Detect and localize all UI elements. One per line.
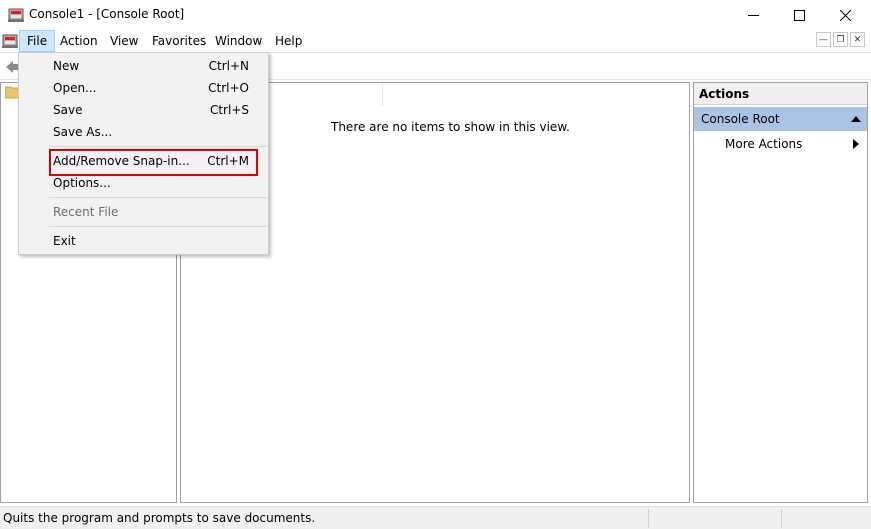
child-restore-button[interactable]: ❐ bbox=[833, 32, 848, 47]
actions-group-console-root[interactable]: Console Root bbox=[694, 107, 867, 131]
minimize-icon bbox=[747, 14, 759, 16]
maximize-icon bbox=[793, 9, 805, 21]
menu-view[interactable]: View bbox=[103, 30, 145, 52]
menu-item-new[interactable]: New Ctrl+N bbox=[21, 55, 266, 77]
menu-separator bbox=[49, 226, 267, 227]
title-bar: Console1 - [Console Root] bbox=[0, 0, 871, 30]
menu-item-open[interactable]: Open... Ctrl+O bbox=[21, 77, 266, 99]
submenu-arrow-icon bbox=[853, 139, 859, 149]
menu-action[interactable]: Action bbox=[53, 30, 105, 52]
menu-item-label: Save bbox=[53, 103, 83, 117]
status-separator bbox=[781, 509, 782, 528]
highlight-annotation-box bbox=[49, 149, 258, 176]
close-icon: ✕ bbox=[853, 34, 862, 45]
menu-item-label: Open... bbox=[53, 81, 97, 95]
menu-item-label: Exit bbox=[53, 234, 76, 248]
more-actions-label: More Actions bbox=[725, 137, 803, 151]
empty-view-message: There are no items to show in this view. bbox=[331, 120, 570, 134]
menu-item-shortcut: Ctrl+S bbox=[209, 103, 249, 117]
menu-item-exit[interactable]: Exit bbox=[21, 230, 266, 252]
close-button[interactable] bbox=[822, 0, 868, 30]
status-separator bbox=[648, 509, 649, 528]
menu-item-save[interactable]: Save Ctrl+S bbox=[21, 99, 266, 121]
menu-separator bbox=[49, 146, 267, 147]
menu-item-recent-file: Recent File bbox=[21, 201, 266, 223]
child-minimize-button[interactable]: — bbox=[816, 32, 831, 47]
menu-item-label: Save As... bbox=[53, 125, 113, 139]
actions-pane: Actions Console Root More Actions bbox=[693, 82, 868, 503]
menu-item-shortcut: Ctrl+N bbox=[208, 59, 249, 73]
menu-item-label: Recent File bbox=[53, 205, 119, 219]
actions-header: Actions bbox=[694, 83, 867, 105]
mmc-console-icon bbox=[8, 8, 24, 22]
window-title: Console1 - [Console Root] bbox=[29, 7, 185, 21]
child-window-controls: — ❐ ✕ bbox=[816, 32, 865, 47]
status-bar: Quits the program and prompts to save do… bbox=[0, 506, 871, 529]
menu-item-label: New bbox=[53, 59, 80, 73]
actions-group-label: Console Root bbox=[701, 112, 780, 126]
menu-help[interactable]: Help bbox=[268, 30, 309, 52]
restore-icon: ❐ bbox=[836, 34, 845, 45]
menu-item-shortcut: Ctrl+O bbox=[208, 81, 249, 95]
child-close-button[interactable]: ✕ bbox=[850, 32, 865, 47]
file-menu-dropdown: New Ctrl+N Open... Ctrl+O Save Ctrl+S Sa… bbox=[18, 52, 269, 255]
minimize-icon: — bbox=[819, 34, 828, 45]
more-actions-item[interactable]: More Actions bbox=[694, 133, 867, 155]
maximize-button[interactable] bbox=[776, 0, 822, 30]
menu-window[interactable]: Window bbox=[208, 30, 269, 52]
collapse-caret-icon[interactable] bbox=[851, 116, 861, 122]
menu-file[interactable]: File bbox=[19, 30, 56, 52]
menu-item-save-as[interactable]: Save As... bbox=[21, 121, 266, 143]
menu-separator bbox=[49, 197, 267, 198]
menu-bar: File Action View Favorites Window Help —… bbox=[0, 30, 871, 52]
menu-favorites[interactable]: Favorites bbox=[145, 30, 213, 52]
mmc-console-icon[interactable] bbox=[2, 33, 18, 49]
minimize-button[interactable] bbox=[730, 0, 776, 30]
column-divider[interactable] bbox=[382, 84, 383, 106]
status-text: Quits the program and prompts to save do… bbox=[3, 511, 316, 525]
close-icon bbox=[839, 9, 851, 21]
